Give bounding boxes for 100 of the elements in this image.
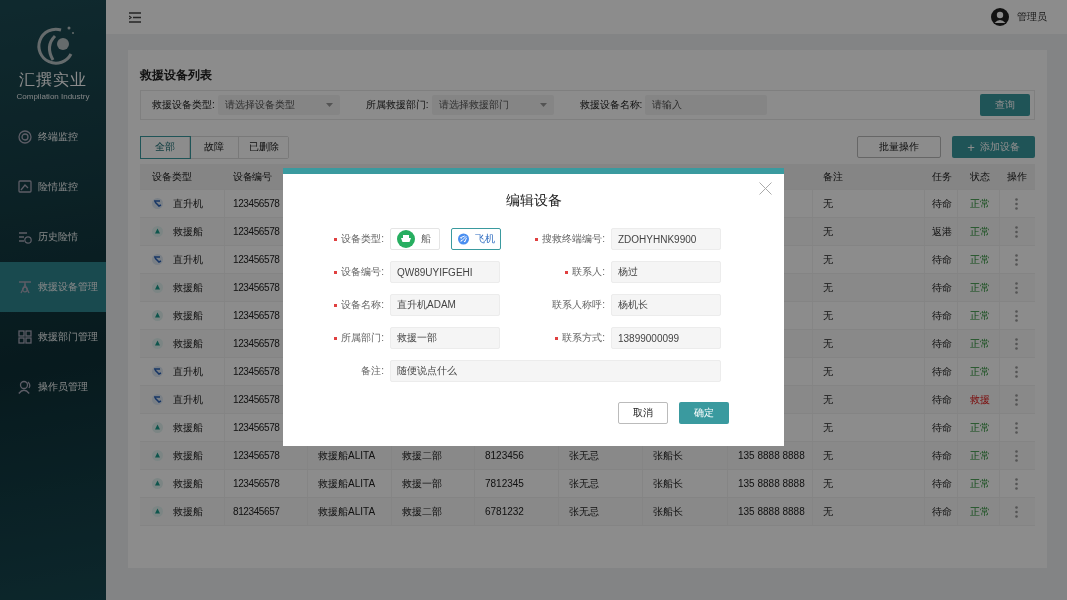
table-cell: 张无忌	[569, 504, 599, 519]
input-field[interactable]: 随便说点什么	[390, 360, 721, 382]
select-field[interactable]: 请选择设备类型	[217, 95, 340, 115]
input-field[interactable]: 杨机长	[611, 294, 721, 316]
table-cell: 救援船	[173, 476, 203, 491]
status-text: 正常	[970, 196, 990, 211]
more-icon[interactable]	[1015, 393, 1018, 406]
avatar-icon	[991, 8, 1009, 26]
table-cell: 待命	[932, 280, 952, 295]
table-cell: 8123456	[485, 450, 524, 461]
table-cell: 无	[823, 308, 833, 323]
table-cell: 救援船	[173, 308, 203, 323]
table-cell: 待命	[932, 448, 952, 463]
table-cell: 救援船	[173, 448, 203, 463]
type-option[interactable]: 船	[390, 228, 440, 250]
status-text: 正常	[970, 336, 990, 351]
table-cell: 123456578	[233, 422, 280, 433]
status-text: 正常	[970, 224, 990, 239]
status-text: 正常	[970, 280, 990, 295]
table-cell: 7812345	[485, 478, 524, 489]
cancel-button[interactable]: 取消	[618, 402, 668, 424]
table-cell: 123456578	[233, 366, 280, 377]
table-cell: 救援船	[173, 224, 203, 239]
table-cell: 无	[823, 420, 833, 435]
more-icon[interactable]	[1015, 197, 1018, 210]
more-icon[interactable]	[1015, 505, 1018, 518]
status-text: 正常	[970, 448, 990, 463]
close-icon[interactable]	[759, 182, 772, 195]
more-icon[interactable]	[1015, 449, 1018, 462]
table-cell: 待命	[932, 252, 952, 267]
table-cell: 张船长	[653, 504, 683, 519]
sidebar-item[interactable]: 历史险情	[0, 212, 106, 262]
table-cell: 123456578	[233, 254, 280, 265]
batch-button[interactable]: 批量操作	[857, 136, 941, 158]
more-icon[interactable]	[1015, 337, 1018, 350]
more-icon[interactable]	[1015, 225, 1018, 238]
brand-name: 汇撰实业	[19, 70, 87, 90]
type-option[interactable]: 飞机	[451, 228, 501, 250]
table-cell: 救援二部	[402, 504, 442, 519]
boat-icon	[152, 310, 163, 321]
boat-icon	[152, 338, 163, 349]
column-header: 备注	[823, 169, 843, 184]
more-icon[interactable]	[1015, 421, 1018, 434]
field-label: 所属部门:	[341, 331, 384, 345]
input-field[interactable]: 杨过	[611, 261, 721, 283]
menu-icon	[129, 11, 141, 23]
field-label: 联系人:	[572, 265, 605, 279]
sidebar-item[interactable]: 救援部门管理	[0, 312, 106, 362]
confirm-button[interactable]: 确定	[679, 402, 729, 424]
select-field[interactable]: 请选择救援部门	[431, 95, 554, 115]
filter-tab[interactable]: 全部	[141, 136, 190, 158]
sidebar-item[interactable]: 操作员管理	[0, 362, 106, 412]
boat-icon	[152, 450, 163, 461]
table-cell: 待命	[932, 476, 952, 491]
more-icon[interactable]	[1015, 477, 1018, 490]
target-icon	[18, 130, 32, 144]
table-cell: 无	[823, 252, 833, 267]
status-text: 正常	[970, 252, 990, 267]
input-field[interactable]: QW89UYIFGEHI	[390, 261, 500, 283]
table-cell: 135 8888 8888	[738, 506, 805, 517]
more-icon[interactable]	[1015, 365, 1018, 378]
input-field[interactable]: 13899000099	[611, 327, 721, 349]
table-cell: 待命	[932, 364, 952, 379]
table-cell: 123456578	[233, 226, 280, 237]
history-icon	[18, 230, 32, 244]
input-field[interactable]: ZDOHYHNK9900	[611, 228, 721, 250]
table-cell: 123456578	[233, 198, 280, 209]
field-label: 备注:	[361, 364, 384, 378]
table-cell: 张船长	[653, 476, 683, 491]
table-cell: 返港	[932, 224, 952, 239]
more-icon[interactable]	[1015, 253, 1018, 266]
chart-icon	[18, 180, 32, 194]
input-field[interactable]: 直升机ADAM	[390, 294, 500, 316]
sidebar-item[interactable]: 险情监控	[0, 162, 106, 212]
column-header: 操作	[1006, 169, 1027, 184]
table-cell: 无	[823, 448, 833, 463]
table-cell: 直升机	[173, 196, 203, 211]
boat-icon	[152, 478, 163, 489]
filter-label: 救援设备名称:	[579, 98, 643, 112]
field-label: 设备编号:	[341, 265, 384, 279]
field-label: 设备类型:	[341, 232, 384, 246]
table-cell: 待命	[932, 420, 952, 435]
table-cell: 123456578	[233, 394, 280, 405]
sidebar-item[interactable]: 终端监控	[0, 112, 106, 162]
users-icon	[18, 380, 32, 394]
input-field[interactable]: 请输入	[645, 95, 768, 115]
boat-icon	[152, 506, 163, 517]
table-cell: 直升机	[173, 392, 203, 407]
boat-icon	[152, 226, 163, 237]
more-icon[interactable]	[1015, 281, 1018, 294]
table-cell: 123456578	[233, 338, 280, 349]
caret-icon	[539, 103, 547, 107]
table-cell: 救援船ALITA	[318, 448, 376, 463]
caret-icon	[325, 103, 333, 107]
table-cell: 无	[823, 364, 833, 379]
table-cell: 812345657	[233, 506, 280, 517]
user-name: 管理员	[1017, 10, 1047, 24]
more-icon[interactable]	[1015, 309, 1018, 322]
input-field[interactable]: 救援一部	[390, 327, 500, 349]
table-cell: 直升机	[173, 252, 203, 267]
